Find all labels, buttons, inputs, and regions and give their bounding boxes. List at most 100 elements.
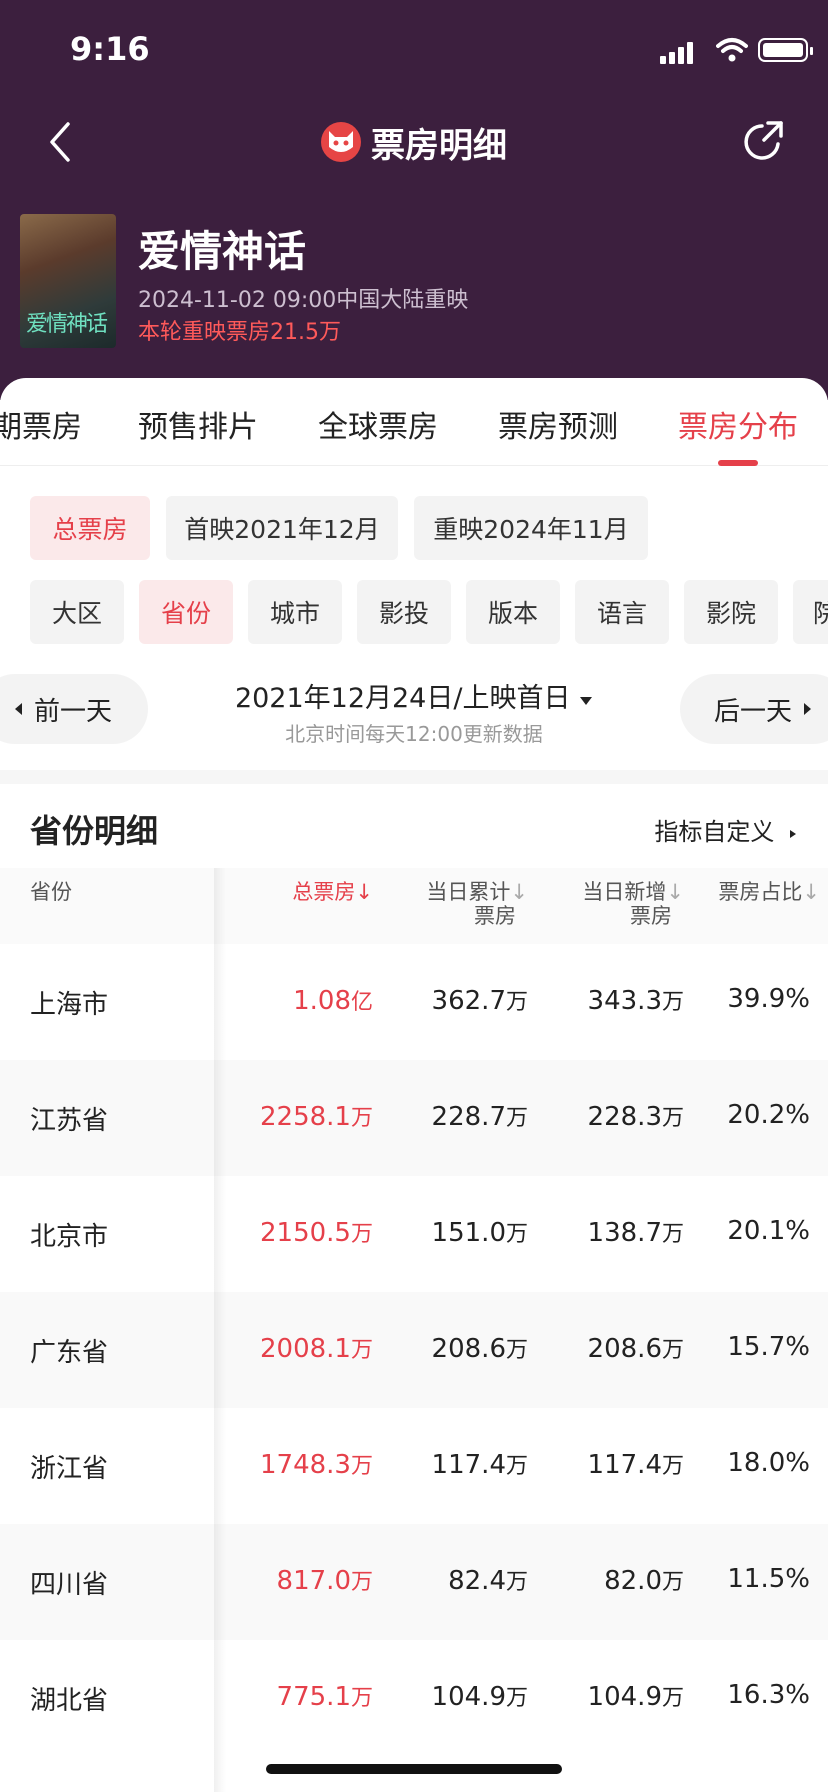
filter-city[interactable]: 城市 <box>248 580 342 644</box>
filter-version[interactable]: 版本 <box>466 580 560 644</box>
tab-period-box-office[interactable]: 期票房 <box>0 402 82 446</box>
tab-distribution[interactable]: 票房分布 <box>678 402 798 446</box>
poster-title: 爱情神话 <box>26 312 108 337</box>
box-office-share: 20.2% <box>727 1100 810 1130</box>
caret-down-icon <box>580 697 593 705</box>
box-office-share: 15.7% <box>727 1332 810 1362</box>
box-office-share: 20.1% <box>727 1216 810 1246</box>
province-name: 浙江省 <box>30 1454 109 1484</box>
movie-release-date: 2024-11-02 09:00中国大陆重映 <box>138 288 469 313</box>
table-row[interactable]: 浙江省 1748.3万 117.4万 117.4万 18.0% <box>0 1408 828 1524</box>
filter-region[interactable]: 大区 <box>30 580 124 644</box>
caret-right-icon <box>804 703 812 715</box>
movie-poster[interactable]: 爱情神话 <box>20 214 116 348</box>
nav-title-group: 票房明细 <box>0 118 828 166</box>
header-day-new[interactable]: 当日新增↓ 票房 <box>582 880 684 928</box>
tab-forecast[interactable]: 票房预测 <box>498 402 618 446</box>
header: 9:16 票房明细 爱情神话 爱情神话 2024-11-02 09:00中国大陆… <box>0 0 828 400</box>
section-title: 省份明细 <box>30 812 159 850</box>
custom-metrics-label: 指标自定义 <box>654 818 775 846</box>
total-box-office: 2008.1万 <box>260 1334 373 1364</box>
next-day-label: 后一天 <box>714 696 793 727</box>
frozen-column-shadow <box>214 868 226 1792</box>
total-box-office: 775.1万 <box>276 1682 373 1712</box>
day-new: 208.6万 <box>587 1334 684 1364</box>
day-new: 343.3万 <box>587 986 684 1016</box>
table-row[interactable]: 四川省 817.0万 82.4万 82.0万 11.5% <box>0 1524 828 1640</box>
province-name: 广东省 <box>30 1338 109 1368</box>
filter-premiere[interactable]: 首映2021年12月 <box>166 496 398 560</box>
tab-presale[interactable]: 预售排片 <box>138 402 258 446</box>
movie-title: 爱情神话 <box>138 227 307 276</box>
share-icon[interactable] <box>740 118 788 166</box>
day-cumulative: 151.0万 <box>431 1218 528 1248</box>
box-office-share: 11.5% <box>727 1564 810 1594</box>
next-day-button[interactable]: 后一天 <box>680 674 828 744</box>
filter-investor[interactable]: 影投 <box>357 580 451 644</box>
province-name: 上海市 <box>30 990 109 1020</box>
sort-icon: ↓ <box>666 880 684 904</box>
table-row[interactable]: 湖北省 775.1万 104.9万 104.9万 16.3% <box>0 1640 828 1756</box>
box-office-share: 39.9% <box>727 984 810 1014</box>
table-row[interactable]: 上海市 1.08亿 362.7万 343.3万 39.9% <box>0 944 828 1060</box>
header-day-cum-label-2: 票房 <box>474 904 516 928</box>
header-day-cumulative[interactable]: 当日累计↓ 票房 <box>426 880 528 928</box>
total-box-office: 2258.1万 <box>260 1102 373 1132</box>
status-time: 9:16 <box>70 30 150 68</box>
filter-province[interactable]: 省份 <box>139 580 233 644</box>
table-row[interactable]: 广东省 2008.1万 208.6万 208.6万 15.7% <box>0 1292 828 1408</box>
sort-icon: ↓ <box>510 880 528 904</box>
tab-global[interactable]: 全球票房 <box>318 402 438 446</box>
province-name: 江苏省 <box>30 1106 109 1136</box>
day-new: 138.7万 <box>587 1218 684 1248</box>
header-day-new-label: 当日新增 <box>582 880 667 904</box>
day-cumulative: 117.4万 <box>431 1450 528 1480</box>
header-day-cum-label: 当日累计 <box>426 880 511 904</box>
table-row[interactable]: 江苏省 2258.1万 228.7万 228.3万 20.2% <box>0 1060 828 1176</box>
total-box-office: 1.08亿 <box>293 986 373 1016</box>
filter-total[interactable]: 总票房 <box>30 496 150 560</box>
header-total-box-office[interactable]: 总票房↓ <box>292 880 373 904</box>
tab-bar: 期票房 预售排片 全球票房 票房预测 票房分布 <box>0 378 828 466</box>
day-cumulative: 362.7万 <box>431 986 528 1016</box>
total-box-office: 1748.3万 <box>260 1450 373 1480</box>
custom-metrics-link[interactable]: 指标自定义 <box>654 812 798 847</box>
day-new: 117.4万 <box>587 1450 684 1480</box>
wifi-icon <box>716 38 748 62</box>
status-icons <box>638 34 828 66</box>
header-total-label: 总票房 <box>292 880 356 904</box>
header-share-label: 票房占比 <box>718 880 803 904</box>
box-office-share: 18.0% <box>727 1448 810 1478</box>
day-cumulative: 228.7万 <box>431 1102 528 1132</box>
header-share[interactable]: 票房占比↓ <box>718 880 820 904</box>
sort-desc-icon: ↓ <box>355 880 373 904</box>
day-cumulative: 208.6万 <box>431 1334 528 1364</box>
day-new: 104.9万 <box>587 1682 684 1712</box>
signal-icon <box>660 42 694 64</box>
caret-right-small-icon <box>790 830 796 838</box>
cat-logo-icon <box>321 122 361 162</box>
table-row[interactable]: 北京市 2150.5万 151.0万 138.7万 20.1% <box>0 1176 828 1292</box>
section-divider <box>0 770 828 784</box>
total-box-office: 817.0万 <box>276 1566 373 1596</box>
home-indicator[interactable] <box>266 1764 562 1774</box>
province-name: 四川省 <box>30 1570 109 1600</box>
page-title: 票房明细 <box>371 125 507 166</box>
filter-more[interactable]: 院 <box>793 580 828 644</box>
sort-icon: ↓ <box>802 880 820 904</box>
day-new: 228.3万 <box>587 1102 684 1132</box>
province-name: 湖北省 <box>30 1686 109 1716</box>
box-office-share: 16.3% <box>727 1680 810 1710</box>
filter-cinema[interactable]: 影院 <box>684 580 778 644</box>
province-name: 北京市 <box>30 1222 109 1252</box>
filter-rerelease[interactable]: 重映2024年11月 <box>414 496 648 560</box>
table-header <box>0 868 828 944</box>
battery-icon <box>758 38 813 62</box>
header-day-new-label-2: 票房 <box>630 904 672 928</box>
day-cumulative: 104.9万 <box>431 1682 528 1712</box>
current-date: 2021年12月24日/上映首日 <box>234 683 571 714</box>
filter-language[interactable]: 语言 <box>575 580 669 644</box>
active-tab-indicator <box>718 460 758 466</box>
movie-round-box-office: 本轮重映票房21.5万 <box>138 320 341 345</box>
day-new: 82.0万 <box>604 1566 684 1596</box>
